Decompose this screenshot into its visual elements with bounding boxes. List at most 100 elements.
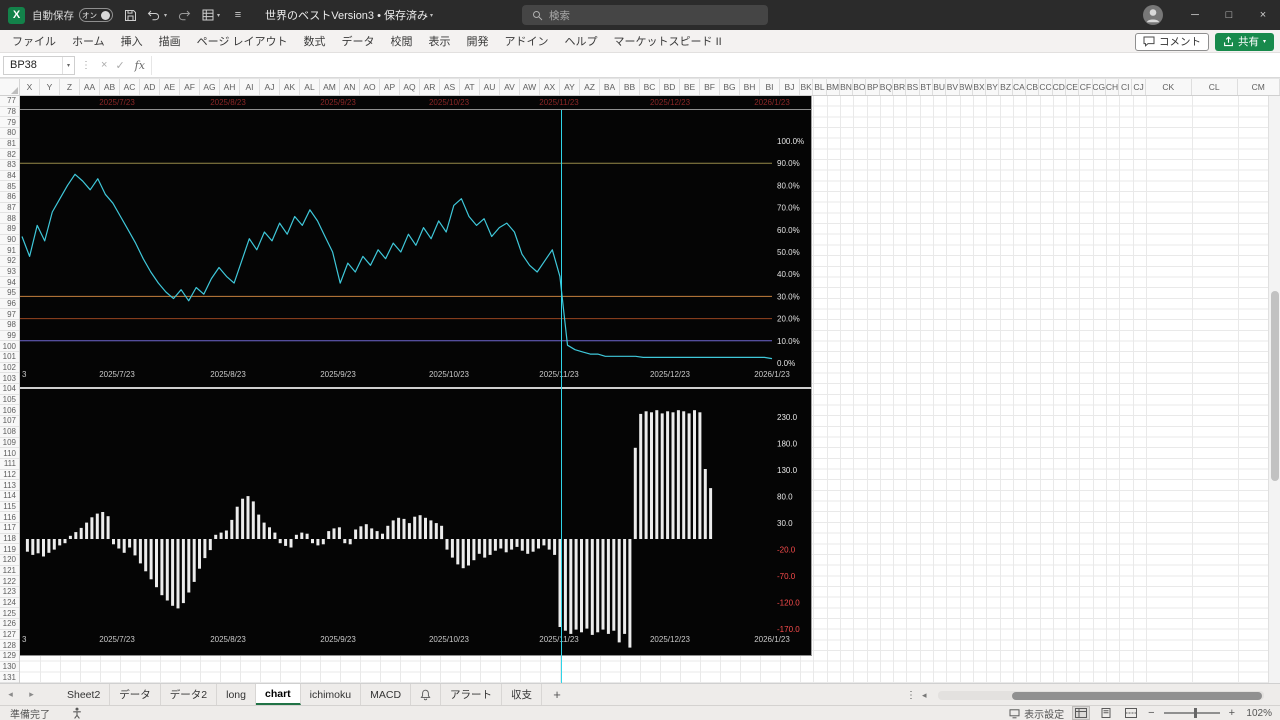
row-header-130[interactable]: 130 (0, 662, 19, 673)
column-header-CH[interactable]: CH (1106, 79, 1120, 95)
row-header-110[interactable]: 110 (0, 448, 19, 459)
close-button[interactable]: × (1246, 0, 1280, 30)
column-header-BY[interactable]: BY (986, 79, 1000, 95)
column-header-Z[interactable]: Z (60, 79, 80, 95)
excel-logo[interactable]: X (8, 6, 25, 24)
column-header-BN[interactable]: BN (840, 79, 854, 95)
row-header-89[interactable]: 89 (0, 224, 19, 235)
sheet-nav-next-icon[interactable]: ▸ (21, 684, 42, 705)
column-header-BV[interactable]: BV (946, 79, 960, 95)
row-header-127[interactable]: 127 (0, 630, 19, 641)
sheet-tab-chart[interactable]: chart (255, 684, 301, 705)
sheet-tab-long[interactable]: long (217, 684, 256, 705)
column-header-BW[interactable]: BW (960, 79, 973, 95)
row-header-112[interactable]: 112 (0, 470, 19, 481)
sheet-tab-Sheet2[interactable]: Sheet2 (58, 684, 111, 705)
row-header-126[interactable]: 126 (0, 619, 19, 630)
row-header-120[interactable]: 120 (0, 555, 19, 566)
row-header-116[interactable]: 116 (0, 512, 19, 523)
row-header-117[interactable]: 117 (0, 523, 19, 534)
column-header-BZ[interactable]: BZ (999, 79, 1013, 95)
column-header-CB[interactable]: CB (1026, 79, 1040, 95)
menu-tab-8[interactable]: 表示 (421, 30, 459, 52)
row-header-91[interactable]: 91 (0, 245, 19, 257)
document-title[interactable]: 世界のベストVersion3 • 保存済み ▾ (265, 7, 433, 23)
row-header-81[interactable]: 81 (0, 139, 19, 150)
column-header-BO[interactable]: BO (853, 79, 867, 95)
column-header-BH[interactable]: BH (740, 79, 760, 95)
column-header-AX[interactable]: AX (540, 79, 560, 95)
menu-tab-2[interactable]: 挿入 (113, 30, 151, 52)
zoom-slider-thumb[interactable] (1193, 708, 1197, 718)
row-header-109[interactable]: 109 (0, 438, 19, 449)
sheet-tab-アラート[interactable]: アラート (441, 684, 503, 705)
display-settings-button[interactable]: 表示設定 (1009, 706, 1064, 720)
row-header-94[interactable]: 94 (0, 277, 19, 289)
share-button[interactable]: 共有 ▾ (1214, 32, 1274, 51)
column-header-AK[interactable]: AK (280, 79, 300, 95)
row-header-80[interactable]: 80 (0, 128, 19, 139)
row-header-131[interactable]: 131 (0, 672, 19, 683)
menu-tab-4[interactable]: ページ レイアウト (189, 30, 296, 52)
select-all-corner[interactable] (0, 79, 20, 95)
page-layout-view-icon[interactable] (1098, 707, 1114, 719)
column-header-CI[interactable]: CI (1119, 79, 1133, 95)
hscroll-left-arrow-icon[interactable]: ◂ (922, 684, 927, 706)
column-header-AU[interactable]: AU (480, 79, 500, 95)
vertical-scrollbar-thumb[interactable] (1271, 291, 1279, 481)
row-header-97[interactable]: 97 (0, 309, 19, 321)
row-header-105[interactable]: 105 (0, 395, 19, 406)
row-header-122[interactable]: 122 (0, 576, 19, 587)
column-header-CA[interactable]: CA (1013, 79, 1027, 95)
horizontal-scrollbar-thumb[interactable] (1012, 691, 1262, 700)
column-header-AJ[interactable]: AJ (260, 79, 280, 95)
column-header-AG[interactable]: AG (200, 79, 220, 95)
customize-toolbar-button[interactable]: ≡ (228, 4, 248, 26)
normal-view-icon[interactable] (1072, 706, 1091, 720)
row-header-86[interactable]: 86 (0, 192, 19, 203)
column-header-AF[interactable]: AF (180, 79, 200, 95)
minimize-button[interactable]: ─ (1178, 0, 1212, 30)
row-header-88[interactable]: 88 (0, 213, 19, 225)
stochastic-chart[interactable]: 100.0% 90.0% 80.0% 70.0% 60.0% 50.0% 40.0% 30.0… (20, 110, 812, 389)
horizontal-scrollbar[interactable] (938, 691, 1264, 700)
row-header-104[interactable]: 104 (0, 384, 19, 395)
search-input[interactable]: 検索 (522, 5, 768, 25)
sheet-tab-bell-icon[interactable] (411, 684, 442, 705)
column-header-AV[interactable]: AV (500, 79, 520, 95)
row-header-111[interactable]: 111 (0, 459, 19, 470)
column-header-AP[interactable]: AP (380, 79, 400, 95)
column-header-X[interactable]: X (20, 79, 40, 95)
menu-tab-10[interactable]: アドイン (497, 30, 557, 52)
column-header-AR[interactable]: AR (420, 79, 440, 95)
column-header-AT[interactable]: AT (460, 79, 480, 95)
quick-command-button[interactable]: ▾ (201, 4, 221, 26)
row-header-96[interactable]: 96 (0, 299, 19, 310)
undo-button[interactable]: ▾ (147, 4, 167, 26)
menu-tab-6[interactable]: データ (334, 30, 383, 52)
column-header-AW[interactable]: AW (520, 79, 540, 95)
row-header-98[interactable]: 98 (0, 320, 19, 331)
histogram-chart[interactable]: 230.0 180.0 130.0 80.0 30.0 -20.0 -70.0 -120.0 -… (20, 389, 812, 656)
column-header-BF[interactable]: BF (700, 79, 720, 95)
column-header-BP[interactable]: BP (866, 79, 880, 95)
column-header-BM[interactable]: BM (827, 79, 840, 95)
page-break-view-icon[interactable] (1123, 707, 1139, 719)
column-header-BD[interactable]: BD (660, 79, 680, 95)
column-header-AM[interactable]: AM (320, 79, 340, 95)
row-header-102[interactable]: 102 (0, 363, 19, 374)
column-header-CE[interactable]: CE (1066, 79, 1080, 95)
row-header-103[interactable]: 103 (0, 373, 19, 385)
column-header-BL[interactable]: BL (813, 79, 827, 95)
menu-tab-11[interactable]: ヘルプ (557, 30, 606, 52)
row-header-90[interactable]: 90 (0, 235, 19, 246)
menu-tab-12[interactable]: マーケットスピード II (606, 30, 730, 52)
column-header-CF[interactable]: CF (1079, 79, 1093, 95)
column-header-BI[interactable]: BI (760, 79, 780, 95)
column-header-CM[interactable]: CM (1238, 79, 1280, 95)
zoom-in-button[interactable]: + (1229, 707, 1235, 719)
row-header-101[interactable]: 101 (0, 352, 19, 363)
column-header-AS[interactable]: AS (440, 79, 460, 95)
cancel-icon[interactable]: × (97, 59, 111, 71)
column-header-BA[interactable]: BA (600, 79, 620, 95)
